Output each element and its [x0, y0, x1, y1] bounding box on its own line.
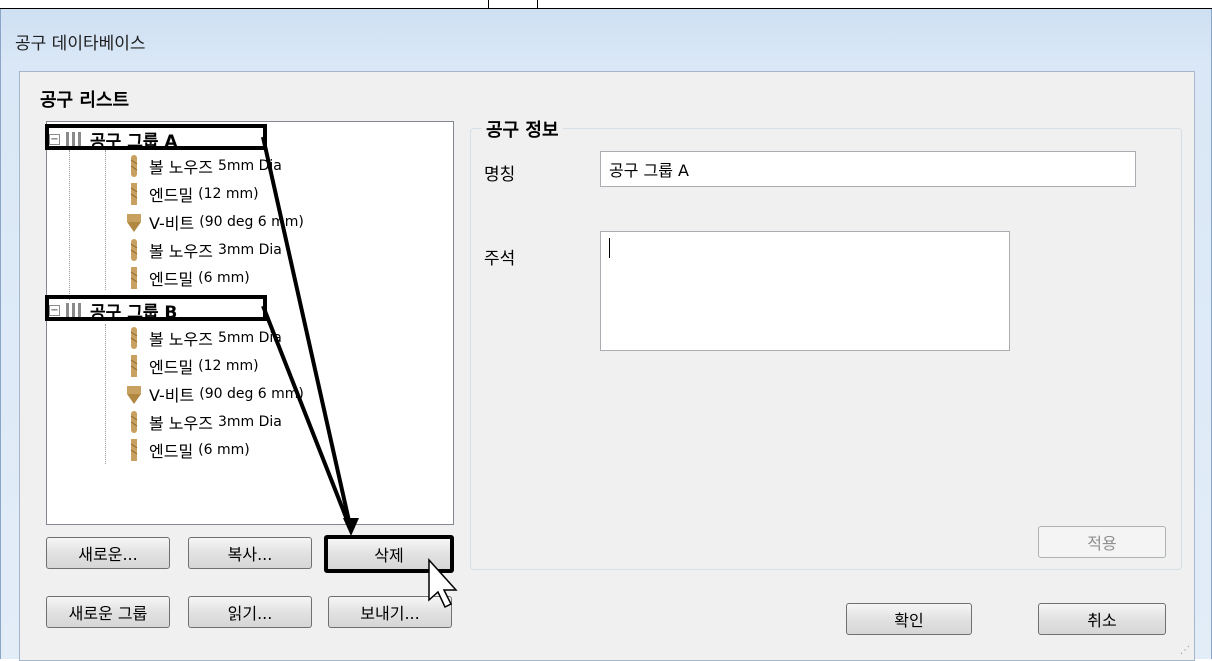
annotation-arrows [261, 136, 458, 609]
tool-database-dialog: 공구 데이타베이스 공구 리스트 − 공구 그룹 A 볼 노우즈 5mm Dia [0, 9, 1212, 661]
arrow-line-a [261, 136, 353, 531]
arrow-head [343, 518, 359, 536]
mouse-cursor-icon [428, 558, 458, 609]
